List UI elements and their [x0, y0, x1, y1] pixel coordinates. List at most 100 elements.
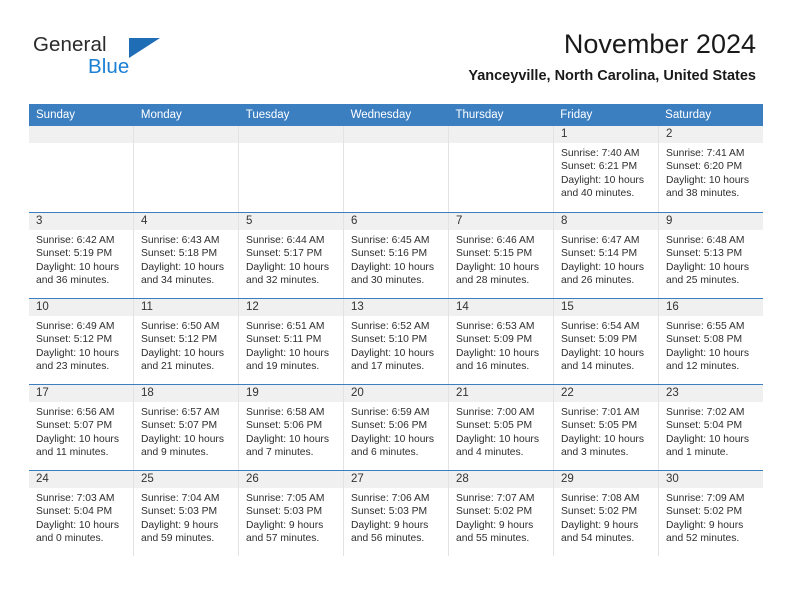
day-number: 20 — [344, 385, 448, 402]
sunset-text: Sunset: 5:10 PM — [351, 334, 428, 346]
day-number: 23 — [659, 385, 763, 402]
sunrise-text: Sunrise: 6:54 AM — [561, 321, 640, 332]
day-cell-empty — [134, 126, 239, 212]
day-cell[interactable]: 26 Sunrise: 7:05 AM Sunset: 5:03 PM Dayligh… — [239, 471, 344, 556]
day-cell[interactable]: 23 Sunrise: 7:02 AM Sunset: 5:04 PM Dayligh… — [659, 385, 763, 470]
day-details: Sunrise: 7:02 AM Sunset: 5:04 PM Daylight:… — [659, 402, 763, 459]
day-cell[interactable]: 22 Sunrise: 7:01 AM Sunset: 5:05 PM Dayligh… — [554, 385, 659, 470]
daylight-text: Daylight: 10 hours and 28 minutes. — [456, 261, 539, 286]
weekday-header-row: Sunday Monday Tuesday Wednesday Thursday… — [29, 104, 763, 126]
sunset-text: Sunset: 5:04 PM — [36, 506, 113, 518]
day-cell[interactable]: 1 Sunrise: 7:40 AM Sunset: 6:21 PM Daylight… — [554, 126, 659, 212]
day-details: Sunrise: 6:47 AM Sunset: 5:14 PM Daylight:… — [554, 230, 658, 287]
day-details: Sunrise: 6:57 AM Sunset: 5:07 PM Daylight:… — [134, 402, 238, 459]
sunrise-text: Sunrise: 7:05 AM — [246, 493, 325, 504]
day-details: Sunrise: 6:55 AM Sunset: 5:08 PM Daylight:… — [659, 316, 763, 373]
day-cell[interactable]: 30 Sunrise: 7:09 AM Sunset: 5:02 PM Dayligh… — [659, 471, 763, 556]
day-number: 29 — [554, 471, 658, 488]
day-number: 10 — [29, 299, 133, 316]
day-cell-empty — [239, 126, 344, 212]
day-details: Sunrise: 6:51 AM Sunset: 5:11 PM Daylight:… — [239, 316, 343, 373]
daylight-text: Daylight: 10 hours and 30 minutes. — [351, 261, 434, 286]
daylight-text: Daylight: 10 hours and 26 minutes. — [561, 261, 644, 286]
daylight-text: Daylight: 9 hours and 52 minutes. — [666, 519, 744, 544]
day-details: Sunrise: 6:50 AM Sunset: 5:12 PM Daylight:… — [134, 316, 238, 373]
day-cell[interactable]: 15 Sunrise: 6:54 AM Sunset: 5:09 PM Dayligh… — [554, 299, 659, 384]
weekday-tuesday: Tuesday — [245, 109, 290, 121]
day-number: 6 — [344, 213, 448, 230]
day-number: 28 — [449, 471, 553, 488]
day-cell[interactable]: 24 Sunrise: 7:03 AM Sunset: 5:04 PM Dayligh… — [29, 471, 134, 556]
day-cell[interactable]: 20 Sunrise: 6:59 AM Sunset: 5:06 PM Dayligh… — [344, 385, 449, 470]
day-cell-empty — [449, 126, 554, 212]
week-row: 3 Sunrise: 6:42 AM Sunset: 5:19 PM Daylight… — [29, 212, 763, 298]
sunrise-text: Sunrise: 7:02 AM — [666, 407, 745, 418]
day-number: 9 — [659, 213, 763, 230]
day-details: Sunrise: 6:59 AM Sunset: 5:06 PM Daylight:… — [344, 402, 448, 459]
day-cell[interactable]: 8 Sunrise: 6:47 AM Sunset: 5:14 PM Daylight… — [554, 213, 659, 298]
day-details: Sunrise: 7:07 AM Sunset: 5:02 PM Daylight:… — [449, 488, 553, 545]
weekday-monday: Monday — [140, 109, 182, 121]
day-number: 5 — [239, 213, 343, 230]
sunrise-text: Sunrise: 6:59 AM — [351, 407, 430, 418]
day-cell[interactable]: 16 Sunrise: 6:55 AM Sunset: 5:08 PM Dayligh… — [659, 299, 763, 384]
day-details: Sunrise: 7:09 AM Sunset: 5:02 PM Daylight:… — [659, 488, 763, 545]
sunset-text: Sunset: 5:12 PM — [141, 334, 218, 346]
brand-logo[interactable]: General Blue — [33, 33, 183, 81]
day-cell[interactable]: 21 Sunrise: 7:00 AM Sunset: 5:05 PM Dayligh… — [449, 385, 554, 470]
day-cell[interactable]: 12 Sunrise: 6:51 AM Sunset: 5:11 PM Dayligh… — [239, 299, 344, 384]
day-cell[interactable]: 5 Sunrise: 6:44 AM Sunset: 5:17 PM Daylight… — [239, 213, 344, 298]
day-cell[interactable]: 4 Sunrise: 6:43 AM Sunset: 5:18 PM Daylight… — [134, 213, 239, 298]
day-details: Sunrise: 6:53 AM Sunset: 5:09 PM Daylight:… — [449, 316, 553, 373]
day-cell[interactable]: 2 Sunrise: 7:41 AM Sunset: 6:20 PM Daylight… — [659, 126, 763, 212]
day-cell-empty — [29, 126, 134, 212]
sunset-text: Sunset: 5:07 PM — [36, 420, 113, 432]
sunset-text: Sunset: 5:06 PM — [246, 420, 323, 432]
daylight-text: Daylight: 9 hours and 57 minutes. — [246, 519, 324, 544]
day-cell[interactable]: 25 Sunrise: 7:04 AM Sunset: 5:03 PM Dayligh… — [134, 471, 239, 556]
sunrise-text: Sunrise: 7:09 AM — [666, 493, 745, 504]
day-cell[interactable]: 18 Sunrise: 6:57 AM Sunset: 5:07 PM Dayligh… — [134, 385, 239, 470]
daylight-text: Daylight: 10 hours and 38 minutes. — [666, 174, 749, 199]
sunset-text: Sunset: 5:12 PM — [36, 334, 113, 346]
day-number: 16 — [659, 299, 763, 316]
sunrise-text: Sunrise: 6:56 AM — [36, 407, 115, 418]
sunrise-text: Sunrise: 6:43 AM — [141, 235, 220, 246]
sunrise-text: Sunrise: 6:50 AM — [141, 321, 220, 332]
daylight-text: Daylight: 10 hours and 7 minutes. — [246, 433, 329, 458]
day-cell[interactable]: 9 Sunrise: 6:48 AM Sunset: 5:13 PM Daylight… — [659, 213, 763, 298]
sunset-text: Sunset: 5:17 PM — [246, 248, 323, 260]
sunrise-text: Sunrise: 6:57 AM — [141, 407, 220, 418]
day-details: Sunrise: 6:48 AM Sunset: 5:13 PM Daylight:… — [659, 230, 763, 287]
day-number: 18 — [134, 385, 238, 402]
day-cell[interactable]: 29 Sunrise: 7:08 AM Sunset: 5:02 PM Dayligh… — [554, 471, 659, 556]
day-details: Sunrise: 6:58 AM Sunset: 5:06 PM Daylight:… — [239, 402, 343, 459]
sunrise-text: Sunrise: 6:49 AM — [36, 321, 115, 332]
day-cell[interactable]: 19 Sunrise: 6:58 AM Sunset: 5:06 PM Dayligh… — [239, 385, 344, 470]
day-number: 17 — [29, 385, 133, 402]
day-cell[interactable]: 3 Sunrise: 6:42 AM Sunset: 5:19 PM Daylight… — [29, 213, 134, 298]
day-cell[interactable]: 10 Sunrise: 6:49 AM Sunset: 5:12 PM Dayligh… — [29, 299, 134, 384]
day-cell[interactable]: 27 Sunrise: 7:06 AM Sunset: 5:03 PM Dayligh… — [344, 471, 449, 556]
day-number: 15 — [554, 299, 658, 316]
triangle-flag-icon — [129, 38, 160, 58]
sunrise-text: Sunrise: 7:08 AM — [561, 493, 640, 504]
day-cell[interactable]: 17 Sunrise: 6:56 AM Sunset: 5:07 PM Dayligh… — [29, 385, 134, 470]
sunset-text: Sunset: 5:03 PM — [351, 506, 428, 518]
day-cell[interactable]: 11 Sunrise: 6:50 AM Sunset: 5:12 PM Dayligh… — [134, 299, 239, 384]
sunset-text: Sunset: 5:16 PM — [351, 248, 428, 260]
day-number: 26 — [239, 471, 343, 488]
daylight-text: Daylight: 10 hours and 21 minutes. — [141, 347, 224, 372]
calendar-page: General Blue November 2024 Yanceyville, … — [0, 0, 792, 612]
day-cell[interactable]: 14 Sunrise: 6:53 AM Sunset: 5:09 PM Dayligh… — [449, 299, 554, 384]
sunset-text: Sunset: 5:09 PM — [561, 334, 638, 346]
sunset-text: Sunset: 5:15 PM — [456, 248, 533, 260]
day-cell[interactable]: 6 Sunrise: 6:45 AM Sunset: 5:16 PM Daylight… — [344, 213, 449, 298]
calendar-grid: Sunday Monday Tuesday Wednesday Thursday… — [29, 104, 763, 556]
day-details: Sunrise: 6:56 AM Sunset: 5:07 PM Daylight:… — [29, 402, 133, 459]
week-row: 1 Sunrise: 7:40 AM Sunset: 6:21 PM Daylight… — [29, 126, 763, 212]
day-cell[interactable]: 7 Sunrise: 6:46 AM Sunset: 5:15 PM Daylight… — [449, 213, 554, 298]
day-cell[interactable]: 13 Sunrise: 6:52 AM Sunset: 5:10 PM Dayligh… — [344, 299, 449, 384]
day-cell[interactable]: 28 Sunrise: 7:07 AM Sunset: 5:02 PM Dayligh… — [449, 471, 554, 556]
day-number — [239, 126, 343, 143]
